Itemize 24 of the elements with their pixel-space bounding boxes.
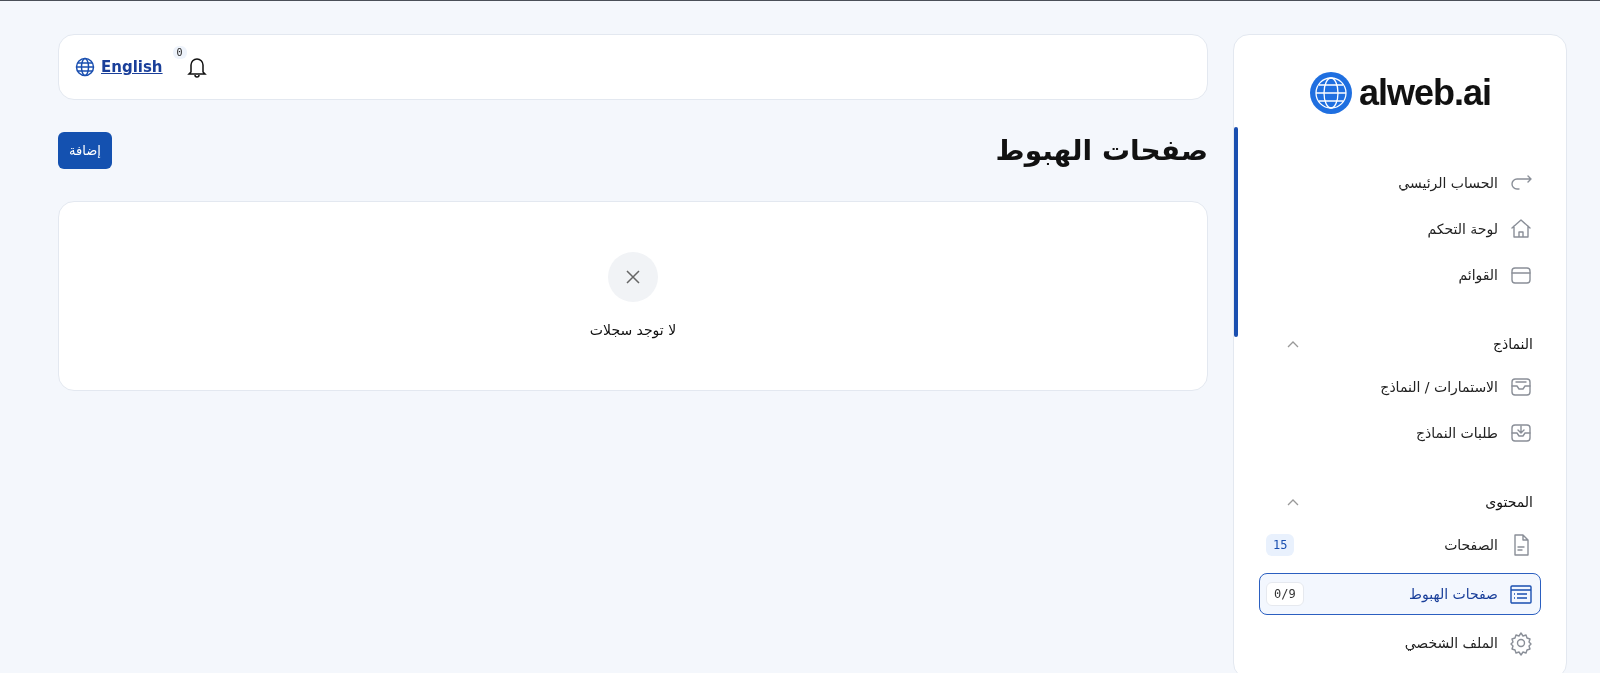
section-title: النماذج [1493,336,1533,352]
nav-item[interactable]: الاستمارات / النماذج [1259,369,1541,405]
bell-icon[interactable] [186,56,207,78]
chevron-icon[interactable] [1287,498,1299,506]
section-title: المحتوى [1485,494,1533,510]
nav-item[interactable]: لوحة التحكم [1259,211,1541,247]
empty-message: لا توجد سجلات [589,322,677,338]
chevron-icon[interactable] [1287,340,1299,348]
count-badge: 0/9 [1266,582,1304,606]
nav-item[interactable]: الملف الشخصي [1259,625,1541,661]
add-button[interactable]: إضافة [58,132,112,169]
nav-item[interactable]: القوائم [1259,257,1541,293]
globe-icon [75,57,95,77]
count-badge: 15 [1266,534,1295,556]
logo-text: alweb.ai [1358,72,1492,114]
close-icon [625,269,641,285]
notification-count: 0 [172,46,187,59]
scrollbar-thumb[interactable] [1234,127,1238,337]
language-link[interactable]: English [101,58,163,76]
globe-logo-icon [1308,71,1353,115]
gear-icon [1508,630,1534,656]
nav-item[interactable]: طلبات النماذج [1259,415,1541,451]
nav-item[interactable]: الحساب الرئيسي [1259,165,1541,201]
page-title: صفحات الهبوط [995,134,1208,167]
